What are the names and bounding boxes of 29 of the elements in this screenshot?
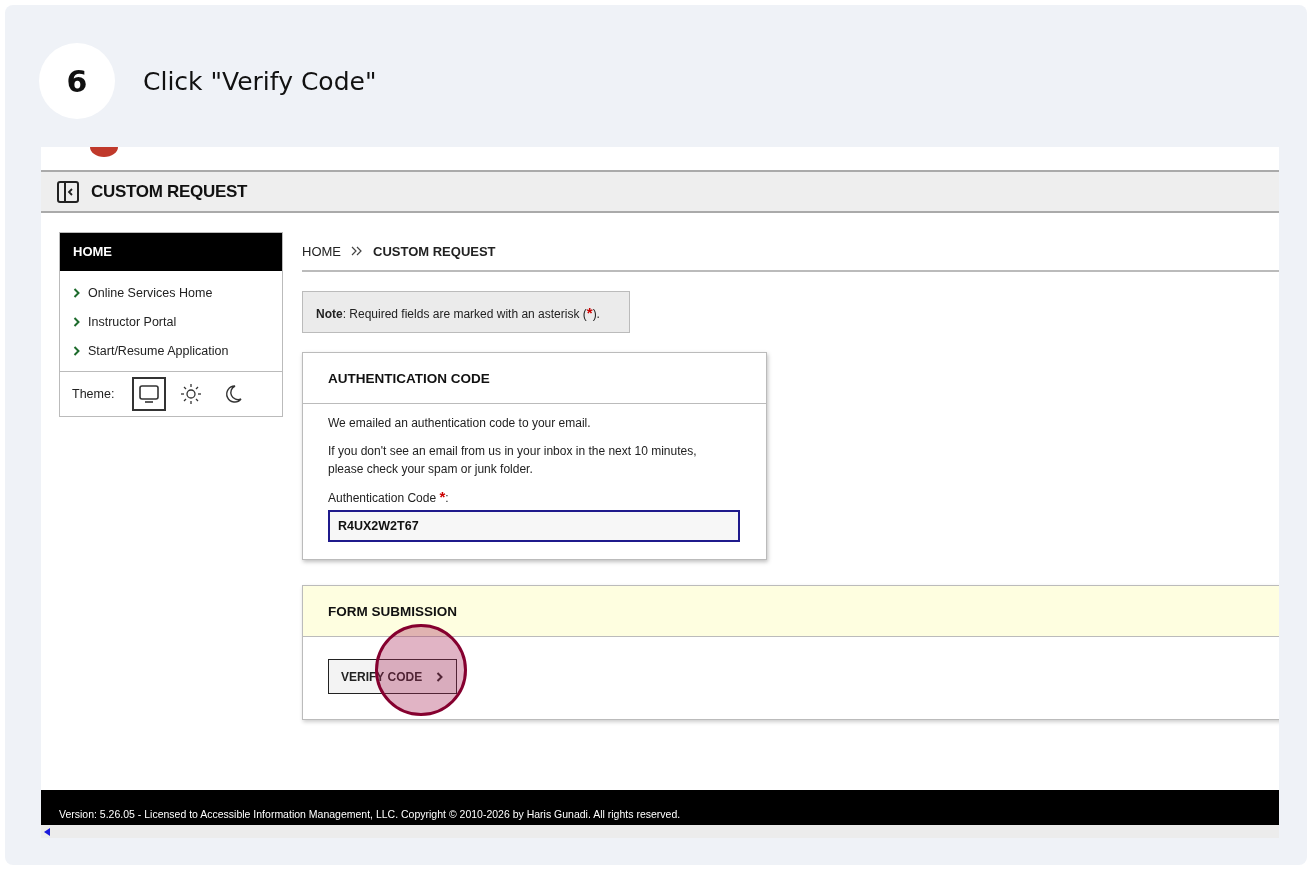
sidebar-link[interactable]: Start/Resume Application [73, 336, 282, 365]
sun-icon [180, 383, 203, 405]
card-title: AUTHENTICATION CODE [303, 353, 766, 404]
info-text: If you don't see an email from us in your inbox in the next 10 minutes, please check your spam or junk folder. [328, 443, 698, 478]
horizontal-scrollbar[interactable] [41, 825, 1279, 838]
card-title: FORM SUBMISSION [303, 586, 1279, 637]
monitor-icon [138, 384, 161, 404]
chevron-right-icon [73, 316, 81, 327]
page-title: CUSTOM REQUEST [91, 181, 248, 202]
authentication-code-field[interactable]: R4UX2W2T67 [328, 510, 740, 542]
footer-text: Version: 5.26.05 - Licensed to Accessible Information Management, LLC. Copyright © 2010-2026 by Haris Gunadi. All rights reserved. [59, 808, 681, 820]
step-title: Click "Verify Code" [143, 66, 377, 96]
field-label: Authentication Code *: [328, 488, 450, 506]
sidebar-link[interactable]: Instructor Portal [73, 307, 282, 336]
step-number-badge: 6 [39, 43, 115, 119]
sidebar-link[interactable]: Online Services Home [73, 278, 282, 307]
breadcrumb-separator-icon [351, 246, 363, 256]
note-text: Note: Required fields are marked with an asterisk (*). [316, 303, 600, 321]
scroll-left-icon[interactable] [44, 827, 50, 836]
breadcrumb-link[interactable]: CUSTOM REQUEST [373, 243, 496, 259]
chevron-right-icon [436, 670, 445, 683]
chevron-right-icon [73, 287, 81, 298]
system-theme-button[interactable] [132, 377, 167, 411]
info-text: We emailed an authentication code to your email. [328, 415, 592, 432]
sidebar-title: HOME [60, 233, 282, 271]
breadcrumb-link[interactable]: HOME [302, 243, 341, 259]
theme-label: Theme: [72, 387, 115, 401]
sidebar-toggle-icon[interactable] [57, 180, 79, 203]
chevron-right-icon [73, 345, 81, 356]
